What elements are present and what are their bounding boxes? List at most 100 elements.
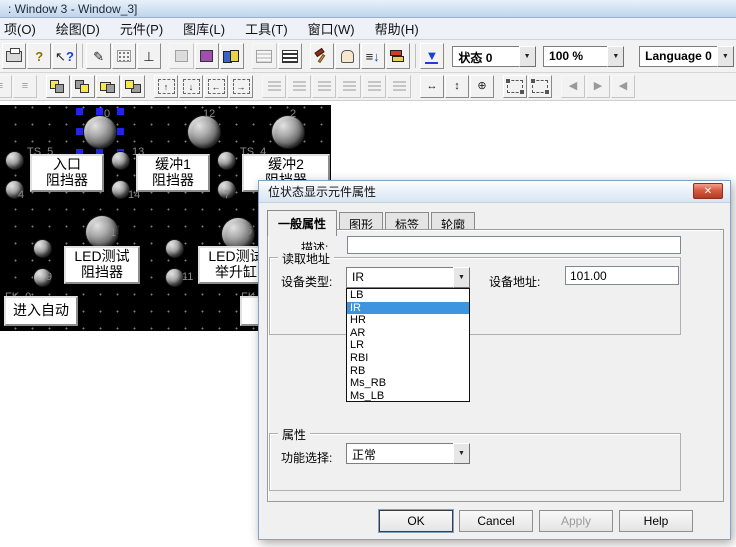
same-size-button[interactable]: ⊕ — [470, 75, 494, 98]
led-indicator[interactable] — [166, 269, 183, 286]
menu-window[interactable]: 窗口(W) — [298, 17, 365, 40]
led-indicator[interactable] — [112, 152, 129, 169]
resize-handle[interactable] — [76, 108, 83, 115]
function-select-dropdown[interactable]: 正常 ▼ — [346, 443, 470, 464]
titlebar[interactable]: : Window 3 - Window_3] — [0, 0, 736, 18]
nudge-left-button[interactable]: ← — [204, 75, 228, 98]
library-manager-button[interactable] — [220, 43, 244, 69]
option-hr[interactable]: HR — [347, 314, 469, 327]
window-list-icon — [282, 50, 298, 63]
help-button[interactable]: ? — [27, 43, 51, 69]
send-to-back-button[interactable] — [71, 75, 95, 98]
window-tree-button[interactable] — [252, 43, 276, 69]
context-help-button[interactable]: ↖? — [52, 43, 76, 69]
chevron-down-icon[interactable]: ▼ — [607, 46, 624, 67]
chevron-down-icon[interactable]: ▼ — [453, 443, 470, 464]
flip-vertical-button[interactable]: ▶ — [586, 75, 610, 98]
cancel-button[interactable]: Cancel — [459, 510, 533, 532]
hmi-button-enter-auto[interactable]: 进入自动 — [4, 296, 78, 326]
compile-button[interactable] — [310, 43, 334, 69]
selection-handles[interactable] — [76, 108, 124, 156]
align-bottom-button[interactable] — [337, 75, 361, 98]
hmi-button-ledtest-blocker[interactable]: LED测试 阻挡器 — [64, 246, 140, 284]
apply-button[interactable]: Apply — [539, 510, 613, 532]
same-height-button[interactable]: ↕ — [445, 75, 469, 98]
state-dropdown[interactable]: 状态 0 ▼ — [452, 46, 535, 67]
window-list-button[interactable] — [278, 43, 302, 69]
call-library-button[interactable] — [195, 43, 219, 69]
align-top-button[interactable] — [287, 75, 311, 98]
sort-order-button[interactable]: ≡↓ — [361, 43, 385, 69]
text-align-button-2[interactable]: ≡ — [13, 75, 37, 98]
hmi-button-buffer1-blocker[interactable]: 缓冲1 阻挡器 — [136, 154, 210, 192]
option-rb[interactable]: RB — [347, 365, 469, 378]
button-label-line1: LED测试 — [208, 249, 263, 265]
option-ms-rb[interactable]: Ms_RB — [347, 377, 469, 390]
system-parameters-button[interactable] — [386, 43, 410, 69]
device-type-dropdown[interactable]: IR ▼ — [346, 267, 470, 288]
led-indicator[interactable] — [34, 240, 51, 257]
download-button[interactable]: ▼ — [420, 43, 444, 69]
option-lb[interactable]: LB — [347, 289, 469, 302]
snap-toggle-button[interactable]: ⊥ — [137, 43, 161, 69]
edit-pencil-button[interactable]: ✎ — [86, 43, 110, 69]
bring-to-front-button[interactable] — [46, 75, 70, 98]
help-button-dialog[interactable]: Help — [619, 510, 693, 532]
description-input[interactable] — [347, 236, 681, 254]
import-library-button[interactable] — [169, 43, 193, 69]
print-button[interactable] — [2, 43, 26, 69]
ungroup-button[interactable] — [528, 75, 552, 98]
led-indicator[interactable] — [112, 181, 129, 198]
menu-library[interactable]: 图库(L) — [173, 17, 235, 40]
dialog-titlebar[interactable]: 位状态显示元件属性 — [259, 181, 730, 203]
align-left-button[interactable] — [262, 75, 286, 98]
resize-handle[interactable] — [117, 108, 124, 115]
function-select-label: 功能选择: — [281, 449, 332, 466]
flip-horizontal-button[interactable]: ◀ — [561, 75, 585, 98]
menu-help[interactable]: 帮助(H) — [365, 17, 429, 40]
nudge-down-button[interactable]: ↓ — [179, 75, 203, 98]
chevron-down-icon[interactable]: ▼ — [519, 46, 536, 67]
bring-forward-button[interactable] — [96, 75, 120, 98]
resize-handle[interactable] — [96, 108, 103, 115]
menu-parts[interactable]: 元件(P) — [110, 17, 173, 40]
arrow-glyph: ↖ — [55, 49, 66, 64]
menu-tools[interactable]: 工具(T) — [235, 17, 298, 40]
led-lamp[interactable] — [272, 116, 304, 148]
align-right-button[interactable] — [312, 75, 336, 98]
simulate-button[interactable] — [335, 43, 359, 69]
chevron-down-icon[interactable]: ▼ — [717, 46, 734, 67]
option-lr[interactable]: LR — [347, 339, 469, 352]
led-indicator[interactable] — [6, 152, 23, 169]
option-ms-lb[interactable]: Ms_LB — [347, 390, 469, 403]
option-rbi[interactable]: RBI — [347, 352, 469, 365]
resize-handle[interactable] — [76, 128, 83, 135]
nudge-right-button[interactable]: → — [229, 75, 253, 98]
option-ir[interactable]: IR — [347, 302, 469, 315]
send-backward-button[interactable] — [121, 75, 145, 98]
hmi-button-entry-blocker[interactable]: 入口 阻挡器 — [30, 154, 104, 192]
chevron-down-icon[interactable]: ▼ — [453, 267, 470, 288]
button-label-line1: 缓冲1 — [155, 157, 191, 173]
language-dropdown[interactable]: Language 0 ▼ — [639, 46, 734, 67]
device-address-input[interactable] — [565, 266, 679, 285]
led-indicator[interactable] — [218, 152, 235, 169]
group-button[interactable] — [503, 75, 527, 98]
menu-draw[interactable]: 绘图(D) — [46, 17, 110, 40]
align-center-v-button[interactable] — [387, 75, 411, 98]
text-align-button-1[interactable]: ≡ — [0, 75, 12, 98]
led-lamp[interactable] — [188, 116, 220, 148]
dialog-close-button[interactable]: ✕ — [693, 183, 723, 199]
menu-options[interactable]: 项(O) — [0, 17, 46, 40]
led-indicator[interactable] — [166, 240, 183, 257]
rotate-button[interactable]: ◀ — [611, 75, 635, 98]
resize-handle[interactable] — [117, 128, 124, 135]
nudge-up-button[interactable]: ↑ — [154, 75, 178, 98]
same-width-button[interactable]: ↔ — [420, 75, 444, 98]
zoom-dropdown[interactable]: 100 % ▼ — [543, 46, 624, 67]
align-center-h-button[interactable] — [362, 75, 386, 98]
tab-general[interactable]: 一般属性 — [267, 210, 337, 236]
option-ar[interactable]: AR — [347, 327, 469, 340]
grid-toggle-button[interactable] — [112, 43, 136, 69]
ok-button[interactable]: OK — [379, 510, 453, 532]
